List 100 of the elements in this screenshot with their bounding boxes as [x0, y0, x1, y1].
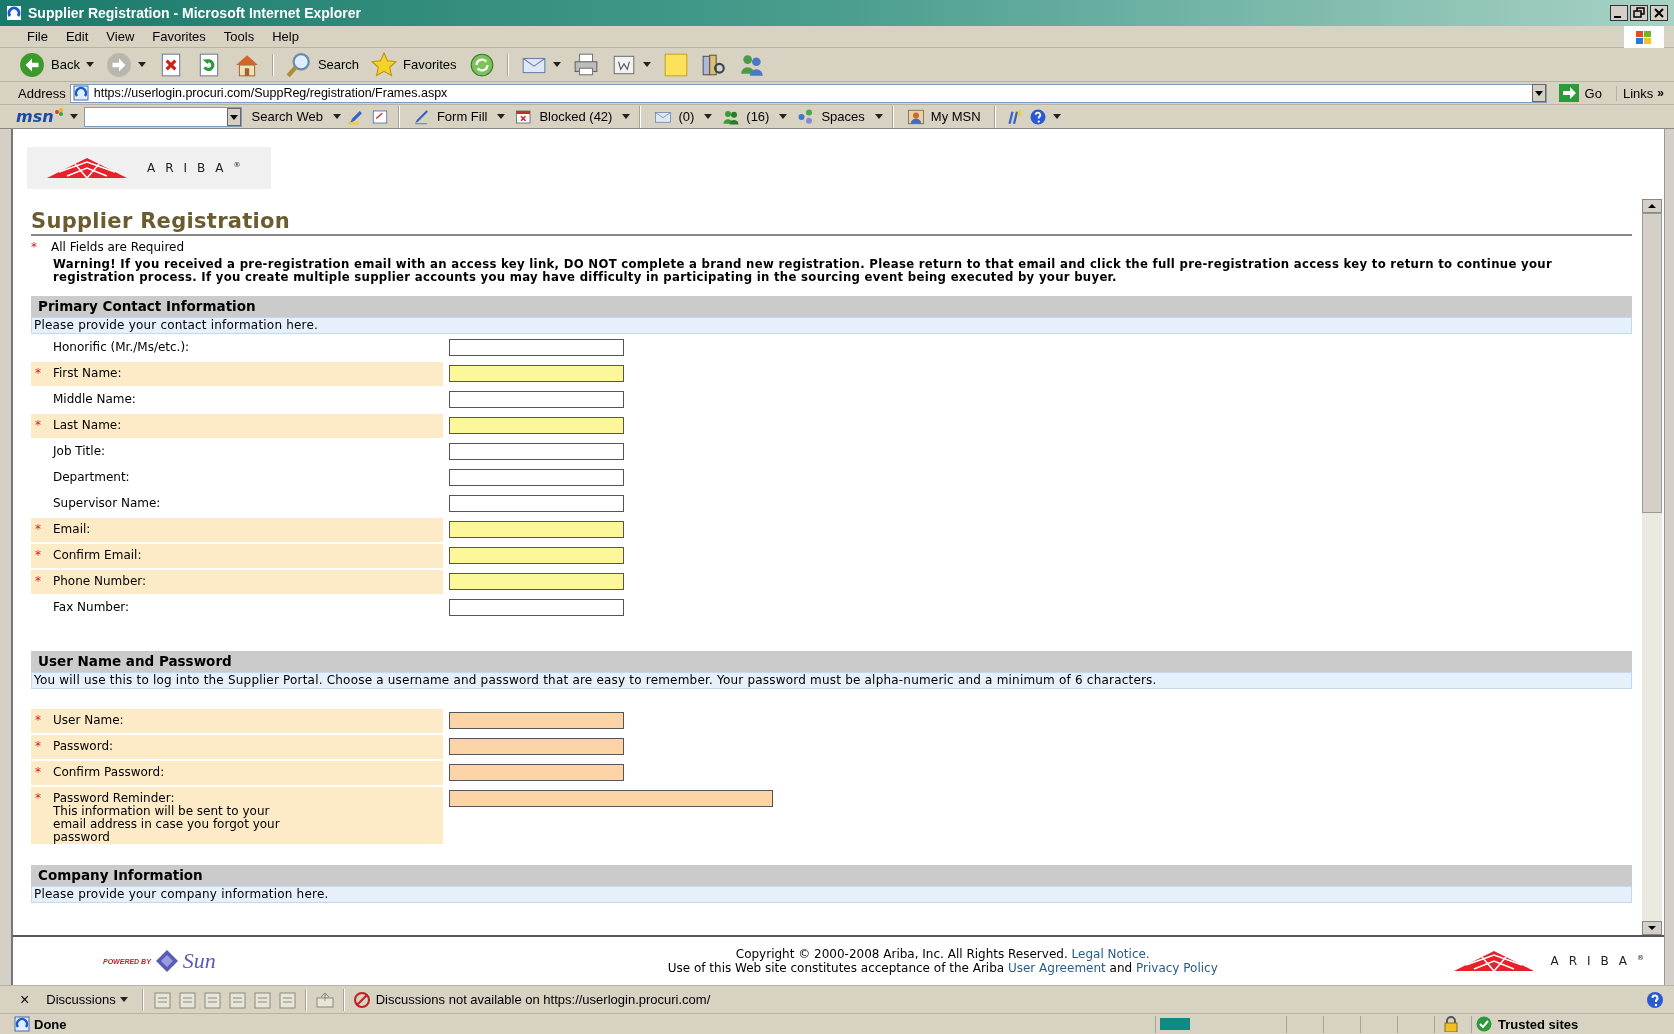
- toolbar-button[interactable]: Search: [282, 49, 363, 80]
- required-mark: *: [35, 765, 42, 781]
- menu-item[interactable]: Help: [263, 29, 308, 44]
- input-field[interactable]: [449, 599, 624, 616]
- zone-text: Trusted sites: [1498, 1016, 1579, 1032]
- help-icon[interactable]: [1028, 107, 1047, 126]
- check-icon: [1476, 1016, 1492, 1032]
- dropdown-caret-icon[interactable]: [779, 114, 788, 119]
- dropdown-caret-icon[interactable]: [622, 114, 631, 119]
- star-icon: [371, 51, 398, 78]
- dropdown-caret-icon[interactable]: [332, 114, 341, 119]
- dropdown-caret-icon[interactable]: [69, 114, 78, 119]
- blocked-window-icon: [515, 107, 534, 126]
- toolbar-button[interactable]: Back: [16, 49, 97, 80]
- menu-item[interactable]: Edit: [56, 29, 98, 44]
- notepad-icon[interactable]: [370, 107, 389, 126]
- input-field[interactable]: [449, 712, 624, 729]
- msn-logo[interactable]: msn: [16, 107, 64, 126]
- dropdown-caret-icon[interactable]: [137, 62, 146, 67]
- person-icon: [906, 107, 925, 126]
- discussions-message: Discussions not available on https://userlogin.procuri.com/: [375, 992, 711, 1007]
- required-mark: *: [35, 522, 42, 538]
- input-field[interactable]: [449, 547, 624, 564]
- lock-icon: [1444, 1016, 1458, 1032]
- section-description: You will use this to log into the Supplier Portal. Choose a username and password that are easy to remember. Your password must be alpha-numeric and a minimum of 6 characters.: [31, 672, 1632, 689]
- toolbar-button[interactable]: My MSN: [902, 107, 985, 126]
- restore-icon[interactable]: [1630, 5, 1648, 21]
- required-mark: *: [35, 548, 42, 564]
- input-field[interactable]: [449, 790, 773, 807]
- input-field[interactable]: [449, 738, 624, 755]
- field-note: This information will be sent to your email address in case you forgot your password: [53, 805, 281, 844]
- dropdown-caret-icon[interactable]: [1052, 114, 1061, 119]
- diamond-icon: [154, 949, 179, 973]
- dropdown-caret-icon[interactable]: [119, 997, 128, 1002]
- input-field[interactable]: [449, 521, 624, 538]
- input-field[interactable]: [449, 391, 624, 408]
- section-header: User Name and Password: [31, 651, 1632, 672]
- go-button[interactable]: Go: [1550, 84, 1612, 102]
- toolbar-button[interactable]: Spaces: [793, 107, 869, 126]
- dropdown-caret-icon[interactable]: [642, 62, 651, 67]
- section-description: Please provide your company information here.: [31, 886, 1632, 903]
- warning-text: Warning! If you received a pre-registration email with an access key link, DO NOT complete a brand new registration. Please return to that email and click the full pre-registration access key to return to continue your registration process. If you create multiple supplier accounts you may have difficulty in participating in the sourcing event being executed by your buyer.: [52, 256, 1553, 284]
- close-button[interactable]: ×: [14, 990, 36, 1009]
- footer-link[interactable]: Legal Notice.: [1071, 947, 1150, 961]
- input-field[interactable]: [449, 495, 624, 512]
- form-pen-icon: [412, 107, 431, 126]
- section-header: Primary Contact Information: [31, 296, 1632, 317]
- window-title: Supplier Registration - Microsoft Internet Explorer: [28, 5, 362, 21]
- field-label: Honorific (Mr./Ms/etc.):: [53, 340, 190, 354]
- field-label: Email:: [53, 522, 91, 536]
- toolbar-button[interactable]: Search Web: [247, 109, 327, 124]
- field-label: Password Reminder:: [53, 791, 176, 805]
- help-icon[interactable]: [1646, 990, 1664, 1009]
- close-icon[interactable]: [1650, 5, 1668, 21]
- discussions-button[interactable]: Discussions: [40, 992, 134, 1007]
- logo-mark-icon: [45, 156, 129, 180]
- dropdown-caret-icon[interactable]: [85, 62, 94, 67]
- input-field[interactable]: [449, 469, 624, 486]
- input-field[interactable]: [449, 573, 624, 590]
- printer-icon[interactable]: [572, 51, 599, 78]
- required-mark: *: [35, 791, 42, 807]
- scroll-down-icon[interactable]: [1642, 921, 1662, 935]
- dropdown-caret-icon[interactable]: [497, 114, 506, 119]
- field-label: Job Title:: [53, 444, 106, 458]
- field-label: Department:: [53, 470, 130, 484]
- menu-item[interactable]: Tools: [214, 29, 264, 44]
- links-button[interactable]: Links »: [1615, 85, 1670, 101]
- menu-item[interactable]: Favorites: [143, 29, 215, 44]
- toolbar-button[interactable]: (16): [718, 107, 774, 126]
- input-field[interactable]: [449, 764, 624, 781]
- input-field[interactable]: [449, 443, 624, 460]
- field-label: User Name:: [53, 713, 124, 727]
- dropdown-caret-icon[interactable]: [552, 62, 561, 67]
- toolbar-button[interactable]: Form Fill: [408, 107, 492, 126]
- input-field[interactable]: [449, 339, 624, 356]
- input-field[interactable]: [449, 365, 624, 382]
- search-icon: [285, 51, 312, 78]
- scroll-up-icon[interactable]: [1642, 199, 1662, 213]
- address-field[interactable]: https://userlogin.procuri.com/SuppReg/registration/Frames.aspx: [69, 83, 1547, 103]
- field-label: First Name:: [53, 366, 122, 380]
- input-field[interactable]: [449, 417, 624, 434]
- dropdown-caret-icon[interactable]: [704, 114, 713, 119]
- logo-text: ARIBA$^{®}$: [147, 161, 241, 175]
- footer-link[interactable]: Privacy Policy: [1136, 961, 1218, 975]
- status-text: Done: [34, 1016, 67, 1032]
- toolbar-button[interactable]: Blocked (42): [511, 107, 617, 126]
- copyright-text: Copyright © 2000-2008 Ariba, Inc. All Rights Reserved. Legal Notice.: [734, 947, 1151, 961]
- media-icon[interactable]: [468, 51, 495, 78]
- footer-link[interactable]: User Agreement: [1007, 961, 1106, 975]
- menu-item[interactable]: View: [97, 29, 144, 44]
- toolbar-button[interactable]: Favorites: [368, 49, 460, 80]
- toolbar-button[interactable]: (0): [650, 107, 699, 126]
- required-mark: *: [31, 240, 38, 254]
- minimize-icon[interactable]: [1610, 5, 1628, 21]
- scroll-thumb[interactable]: [1642, 213, 1662, 513]
- menu-item[interactable]: File: [18, 29, 57, 44]
- dropdown-caret-icon[interactable]: [874, 114, 883, 119]
- scrollbar[interactable]: [1642, 199, 1662, 935]
- search-field[interactable]: [83, 106, 242, 127]
- required-mark: *: [35, 366, 42, 382]
